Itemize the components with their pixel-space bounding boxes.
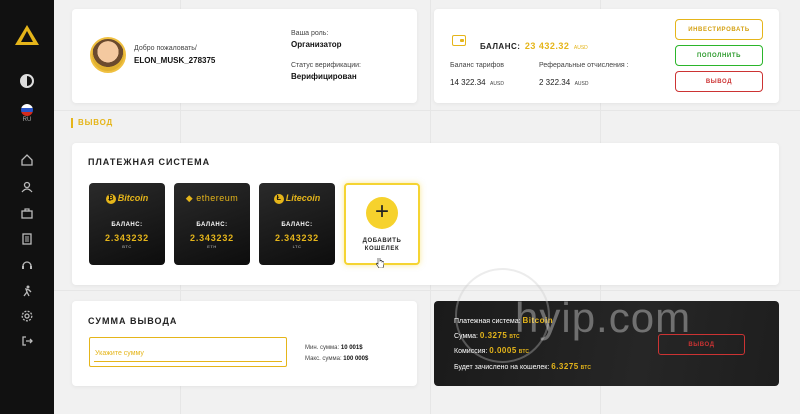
litecoin-currency: LTC: [292, 243, 302, 249]
balance-currency: AUSD: [573, 45, 588, 51]
litecoin-balance-value: 2.343232: [275, 232, 319, 243]
add-wallet-line1: ДОБАВИТЬ: [362, 238, 402, 244]
max-amount: Макс. сумма: 100 000$: [305, 356, 368, 362]
ethereum-icon: ◆: [185, 193, 194, 203]
verification-value: Верифицирован: [291, 72, 357, 81]
min-amount-value: 10 001$: [340, 345, 363, 351]
payment-system-card: ПЛАТЕЖНАЯ СИСТЕМА ₿ Bitcoin БАЛАНС: 2.343…: [72, 143, 779, 285]
tariff-balance-label: Баланс тарифов: [450, 62, 504, 69]
max-amount-value: 100 000$: [343, 356, 369, 362]
plus-icon: +: [366, 197, 398, 229]
min-amount: Мин. сумма: 10 001$: [305, 345, 363, 351]
payment-tile-ethereum[interactable]: ◆ ethereum БАЛАНС: 2.343232 ETH: [174, 183, 250, 265]
hand-cursor-icon: [376, 258, 384, 268]
referral-value: 2 322.34: [539, 78, 571, 87]
summary-fee-value: 0.0005: [489, 346, 517, 355]
min-amount-label: Мин. сумма:: [305, 345, 340, 351]
summary-credited: Будет зачислено на кошелек: 6.3275 BTC: [454, 362, 591, 371]
payment-system-title: ПЛАТЕЖНАЯ СИСТЕМА: [88, 157, 211, 167]
summary-sum: Сумма: 0.3275 BTC: [454, 331, 520, 340]
withdraw-button[interactable]: ВЫВОД: [658, 334, 745, 355]
summary-sum-currency: BTC: [509, 334, 520, 340]
referral: 2 322.34 AUSD: [539, 72, 589, 90]
bitcoin-currency: BTC: [122, 243, 132, 249]
withdraw-summary-card: Платежная система: Bitcoin Сумма: 0.3275…: [434, 301, 779, 386]
bitcoin-balance-value: 2.343232: [105, 232, 149, 243]
add-wallet-button[interactable]: + ДОБАВИТЬ КОШЕЛЕК: [344, 183, 420, 265]
role-value: Организатор: [291, 40, 342, 49]
welcome-greeting: Добро пожаловать/: [134, 45, 197, 52]
logo-icon: [15, 25, 39, 45]
withdraw-top-button[interactable]: ВЫВОД: [675, 71, 763, 92]
summary-credited-label: Будет зачислено на кошелек:: [454, 364, 550, 371]
litecoin-logo: Ł Litecoin: [259, 193, 335, 204]
role-label: Ваша роль:: [291, 30, 329, 37]
litecoin-icon: Ł: [273, 193, 284, 204]
summary-fee-currency: BTC: [518, 349, 529, 355]
wallet-icon: [452, 35, 466, 46]
verification-label: Статус верификации:: [291, 62, 361, 69]
balance-card: БАЛАНС: 23 432.32 AUSD Баланс тарифов 14…: [434, 9, 779, 103]
logout-icon[interactable]: [16, 330, 38, 352]
amount-placeholder: Укажите сумму: [95, 350, 144, 357]
ethereum-name: ethereum: [196, 193, 239, 203]
referral-label: Реферальные отчисления :: [539, 62, 629, 69]
section-title: ВЫВОД: [70, 118, 114, 128]
tariff-balance-currency: AUSD: [490, 81, 504, 87]
litecoin-balance-label: БАЛАНС:: [281, 221, 313, 228]
settings-icon[interactable]: [16, 305, 38, 327]
language-label[interactable]: RU: [0, 117, 54, 123]
bitcoin-logo: ₿ Bitcoin: [89, 193, 165, 204]
max-amount-label: Макс. сумма:: [305, 356, 342, 362]
support-icon[interactable]: [16, 254, 38, 276]
balance-total: БАЛАНС: 23 432.32 AUSD: [480, 36, 588, 54]
username: ELON_MUSK_278375: [134, 56, 216, 65]
summary-sum-label: Сумма:: [454, 333, 478, 340]
balance-title: БАЛАНС:: [480, 42, 521, 51]
withdraw-amount-title: СУММА ВЫВОДА: [88, 316, 178, 326]
referral-currency: AUSD: [574, 81, 589, 87]
users-icon[interactable]: [16, 176, 38, 198]
welcome-card: Добро пожаловать/ ELON_MUSK_278375 Ваша …: [72, 9, 417, 103]
ethereum-logo: ◆ ethereum: [174, 193, 250, 204]
running-icon[interactable]: [16, 280, 38, 302]
ethereum-balance-label: БАЛАНС:: [196, 222, 228, 228]
summary-credited-currency: BTC: [580, 365, 591, 371]
summary-system-value: Bitcoin: [522, 316, 554, 325]
avatar[interactable]: [90, 37, 126, 73]
invest-button[interactable]: ИНВЕСТИРОВАТЬ: [675, 19, 763, 40]
summary-credited-value: 6.3275: [551, 362, 579, 371]
tariff-balance-value: 14 322.34: [450, 78, 486, 87]
summary-sum-value: 0.3275: [479, 331, 508, 340]
add-wallet-label: ДОБАВИТЬ КОШЕЛЕК: [346, 237, 418, 253]
add-wallet-line2: КОШЕЛЕК: [364, 246, 400, 252]
bitcoin-icon: ₿: [105, 193, 116, 204]
tariff-balance: 14 322.34 AUSD: [450, 72, 504, 90]
ethereum-balance-value: 2.343232: [190, 233, 234, 243]
theme-toggle-icon[interactable]: [16, 70, 38, 92]
withdraw-amount-card: СУММА ВЫВОДА Укажите сумму Мин. сумма: 1…: [72, 301, 417, 386]
bitcoin-balance-label: БАЛАНС:: [111, 221, 143, 228]
document-icon[interactable]: [16, 228, 38, 250]
payment-tile-litecoin[interactable]: Ł Litecoin БАЛАНС: 2.343232 LTC: [259, 183, 335, 265]
summary-fee-label: Комиссия:: [454, 348, 488, 355]
balance-amount: 23 432.32: [524, 41, 570, 51]
summary-system-label: Платежная система:: [454, 318, 521, 325]
summary-system: Платежная система: Bitcoin: [454, 316, 553, 325]
briefcase-icon[interactable]: [16, 202, 38, 224]
amount-input[interactable]: Укажите сумму: [89, 337, 287, 367]
home-icon[interactable]: [16, 149, 38, 171]
litecoin-name: Litecoin: [285, 193, 321, 203]
ethereum-currency: ETH: [207, 244, 217, 249]
summary-fee: Комиссия: 0.0005 BTC: [454, 346, 529, 355]
payment-tile-bitcoin[interactable]: ₿ Bitcoin БАЛАНС: 2.343232 BTC: [89, 183, 165, 265]
topup-button[interactable]: ПОПОЛНИТЬ: [675, 45, 763, 66]
bitcoin-name: Bitcoin: [117, 193, 149, 203]
